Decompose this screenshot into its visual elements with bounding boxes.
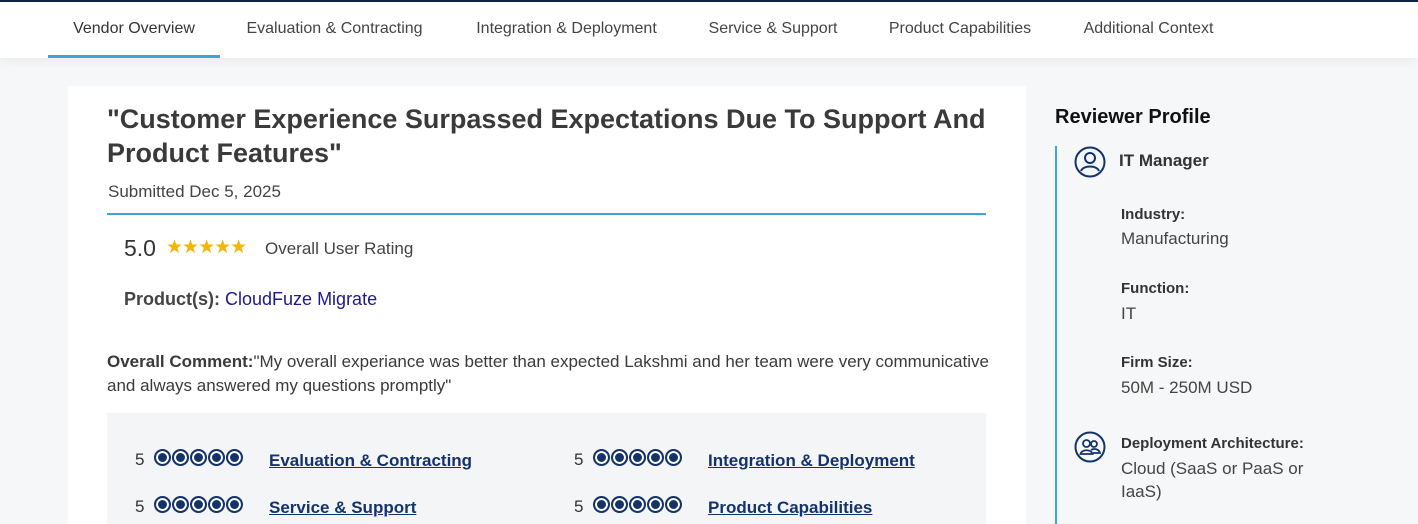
rating-dots-icon	[154, 449, 243, 466]
title-divider	[107, 213, 986, 215]
rating-link-evaluation-contracting[interactable]: Evaluation & Contracting	[269, 451, 472, 471]
product-link[interactable]: CloudFuze Migrate	[225, 289, 377, 309]
team-icon	[1074, 431, 1106, 463]
overall-score: 5.0	[124, 235, 156, 261]
rating-dots-icon	[154, 496, 243, 513]
firm-size-label: Firm Size:	[1121, 354, 1193, 371]
tab-service-support[interactable]: Service & Support	[697, 2, 849, 58]
overall-comment: Overall Comment:"My overall experiance w…	[107, 350, 997, 398]
industry-value: Manufacturing	[1121, 229, 1229, 248]
tab-bar: Vendor Overview Evaluation & Contracting…	[0, 2, 1418, 58]
tab-evaluation-contracting[interactable]: Evaluation & Contracting	[231, 2, 438, 58]
deployment-label: Deployment Architecture:	[1121, 435, 1304, 452]
user-icon	[1074, 146, 1106, 178]
products-label: Product(s):	[124, 289, 220, 309]
rating-score: 5	[574, 450, 584, 469]
review-title: "Customer Experience Surpassed Expectati…	[107, 104, 986, 168]
star-rating-icon: ★★★★★	[166, 237, 247, 258]
tab-additional-context[interactable]: Additional Context	[1070, 2, 1227, 58]
reviewer-profile-heading: Reviewer Profile	[1055, 106, 1211, 128]
comment-label: Overall Comment:	[107, 352, 254, 371]
products-row: Product(s): CloudFuze Migrate	[124, 289, 377, 310]
industry-label: Industry:	[1121, 206, 1186, 223]
function-value: IT	[1121, 304, 1137, 323]
rating-dots-icon	[593, 496, 682, 513]
function-label: Function:	[1121, 280, 1190, 297]
reviewer-role: IT Manager	[1119, 151, 1209, 170]
rating-score: 5	[135, 450, 145, 469]
rating-score: 5	[574, 497, 584, 516]
rating-score: 5	[135, 497, 145, 516]
rating-dots-icon	[593, 449, 682, 466]
rating-link-product-capabilities[interactable]: Product Capabilities	[708, 498, 872, 518]
submitted-date: Submitted Dec 5, 2025	[108, 182, 281, 201]
firm-size-value: 50M - 250M USD	[1121, 378, 1253, 397]
profile-divider	[1055, 146, 1057, 524]
deployment-value: Cloud (SaaS or PaaS or IaaS)	[1121, 459, 1304, 501]
tab-vendor-overview[interactable]: Vendor Overview	[48, 2, 220, 58]
rating-link-integration-deployment[interactable]: Integration & Deployment	[708, 451, 915, 471]
rating-link-service-support[interactable]: Service & Support	[269, 498, 416, 518]
category-ratings: 5 Evaluation & Contracting 5 Integration…	[107, 413, 986, 524]
tab-integration-deployment[interactable]: Integration & Deployment	[460, 2, 673, 58]
tab-product-capabilities[interactable]: Product Capabilities	[876, 2, 1044, 58]
overall-rating-label: Overall User Rating	[265, 239, 414, 258]
